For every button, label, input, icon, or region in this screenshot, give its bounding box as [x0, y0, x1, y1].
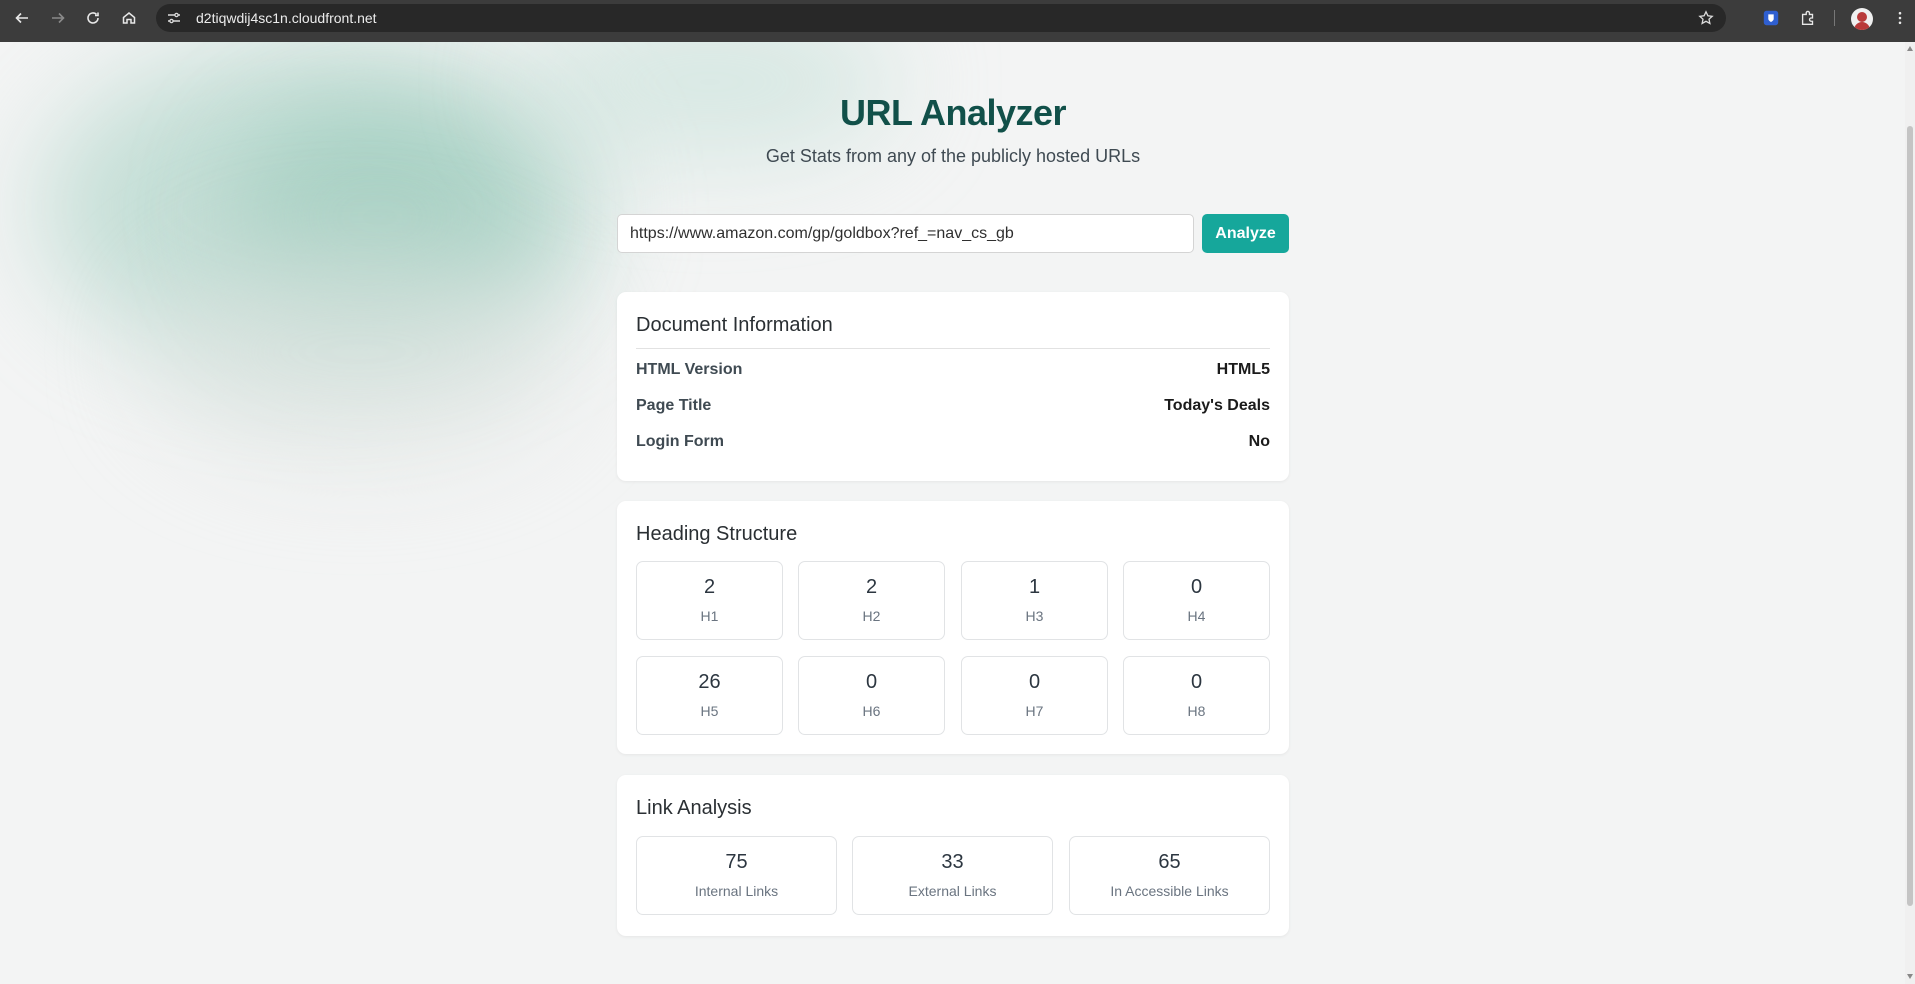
heading-count: 2	[703, 576, 716, 598]
link-stat-inaccessible: 65 In Accessible Links	[1069, 836, 1270, 915]
extensions-puzzle-icon[interactable]	[1798, 8, 1818, 28]
heading-count: 0	[1190, 671, 1203, 693]
heading-count: 2	[865, 576, 878, 598]
heading-count: 0	[1028, 671, 1041, 693]
link-stat-internal: 75 Internal Links	[636, 836, 837, 915]
back-icon[interactable]	[4, 0, 40, 36]
document-information-card: Document Information HTML Version HTML5 …	[617, 292, 1289, 481]
heading-tag: H6	[862, 703, 881, 719]
url-input[interactable]	[617, 214, 1194, 253]
page-title: URL Analyzer	[839, 92, 1067, 133]
link-analysis-card: Link Analysis 75 Internal Links 33 Exter…	[617, 775, 1289, 936]
address-bar[interactable]: d2tiqwdij4sc1n.cloudfront.net	[156, 4, 1726, 32]
heading-stat-h1: 2 H1	[636, 561, 783, 640]
address-url[interactable]: d2tiqwdij4sc1n.cloudfront.net	[196, 10, 377, 26]
home-icon[interactable]	[111, 0, 147, 36]
profile-avatar[interactable]	[1851, 8, 1873, 30]
heading-stat-h4: 0 H4	[1123, 561, 1270, 640]
heading-structure-title: Heading Structure	[636, 523, 798, 545]
info-label: Page Title	[636, 397, 712, 414]
page-scrollbar[interactable]	[1905, 42, 1915, 984]
info-row-page-title: Page Title Today's Deals	[636, 397, 1270, 419]
extension-shield-icon[interactable]	[1761, 8, 1781, 28]
card-divider	[636, 348, 1270, 349]
document-information-title: Document Information	[636, 314, 833, 336]
scroll-up-arrow-icon[interactable]	[1907, 46, 1913, 51]
heading-stat-h8: 0 H8	[1123, 656, 1270, 735]
info-label: Login Form	[636, 433, 724, 450]
link-count: 75	[725, 851, 748, 873]
heading-tag: H3	[1025, 608, 1044, 624]
heading-count: 0	[865, 671, 878, 693]
heading-stat-h5: 26 H5	[636, 656, 783, 735]
link-stat-external: 33 External Links	[852, 836, 1053, 915]
heading-stat-h3: 1 H3	[961, 561, 1108, 640]
more-menu-icon[interactable]	[1890, 8, 1910, 28]
forward-icon[interactable]	[40, 0, 76, 36]
link-count: 33	[941, 851, 964, 873]
info-row-login-form: Login Form No	[636, 433, 1270, 455]
heading-count: 1	[1028, 576, 1041, 598]
info-value: Today's Deals	[1164, 397, 1270, 414]
heading-tag: H5	[700, 703, 719, 719]
link-label: In Accessible Links	[1110, 883, 1229, 899]
reload-icon[interactable]	[75, 0, 111, 36]
scroll-down-arrow-icon[interactable]	[1907, 974, 1913, 979]
site-info-icon[interactable]	[166, 10, 182, 26]
info-label: HTML Version	[636, 361, 743, 378]
page-subtitle: Get Stats from any of the publicly hoste…	[765, 146, 1141, 166]
browser-toolbar: d2tiqwdij4sc1n.cloudfront.net	[0, 0, 1915, 42]
heading-tag: H1	[700, 608, 719, 624]
heading-stat-h7: 0 H7	[961, 656, 1108, 735]
heading-tag: H2	[862, 608, 881, 624]
toolbar-divider	[1834, 10, 1835, 26]
bookmark-star-icon[interactable]	[1698, 10, 1714, 26]
analyze-button[interactable]: Analyze	[1202, 214, 1289, 253]
heading-count: 26	[698, 671, 721, 693]
heading-tag: H4	[1187, 608, 1206, 624]
heading-structure-card: Heading Structure 2 H1 2 H2 1 H3 0 H4 26…	[617, 501, 1289, 754]
heading-stat-h6: 0 H6	[798, 656, 945, 735]
background-blob	[150, 242, 570, 462]
heading-tag: H7	[1025, 703, 1044, 719]
link-label: Internal Links	[694, 883, 779, 899]
link-count: 65	[1158, 851, 1181, 873]
link-analysis-title: Link Analysis	[636, 797, 752, 819]
info-value: HTML5	[1216, 361, 1270, 378]
heading-tag: H8	[1187, 703, 1206, 719]
link-label: External Links	[908, 883, 997, 899]
page-viewport: URL Analyzer Get Stats from any of the p…	[0, 42, 1905, 984]
scrollbar-thumb[interactable]	[1907, 126, 1913, 906]
info-value: No	[1248, 433, 1270, 450]
heading-stat-h2: 2 H2	[798, 561, 945, 640]
info-row-html-version: HTML Version HTML5	[636, 361, 1270, 383]
heading-count: 0	[1190, 576, 1203, 598]
